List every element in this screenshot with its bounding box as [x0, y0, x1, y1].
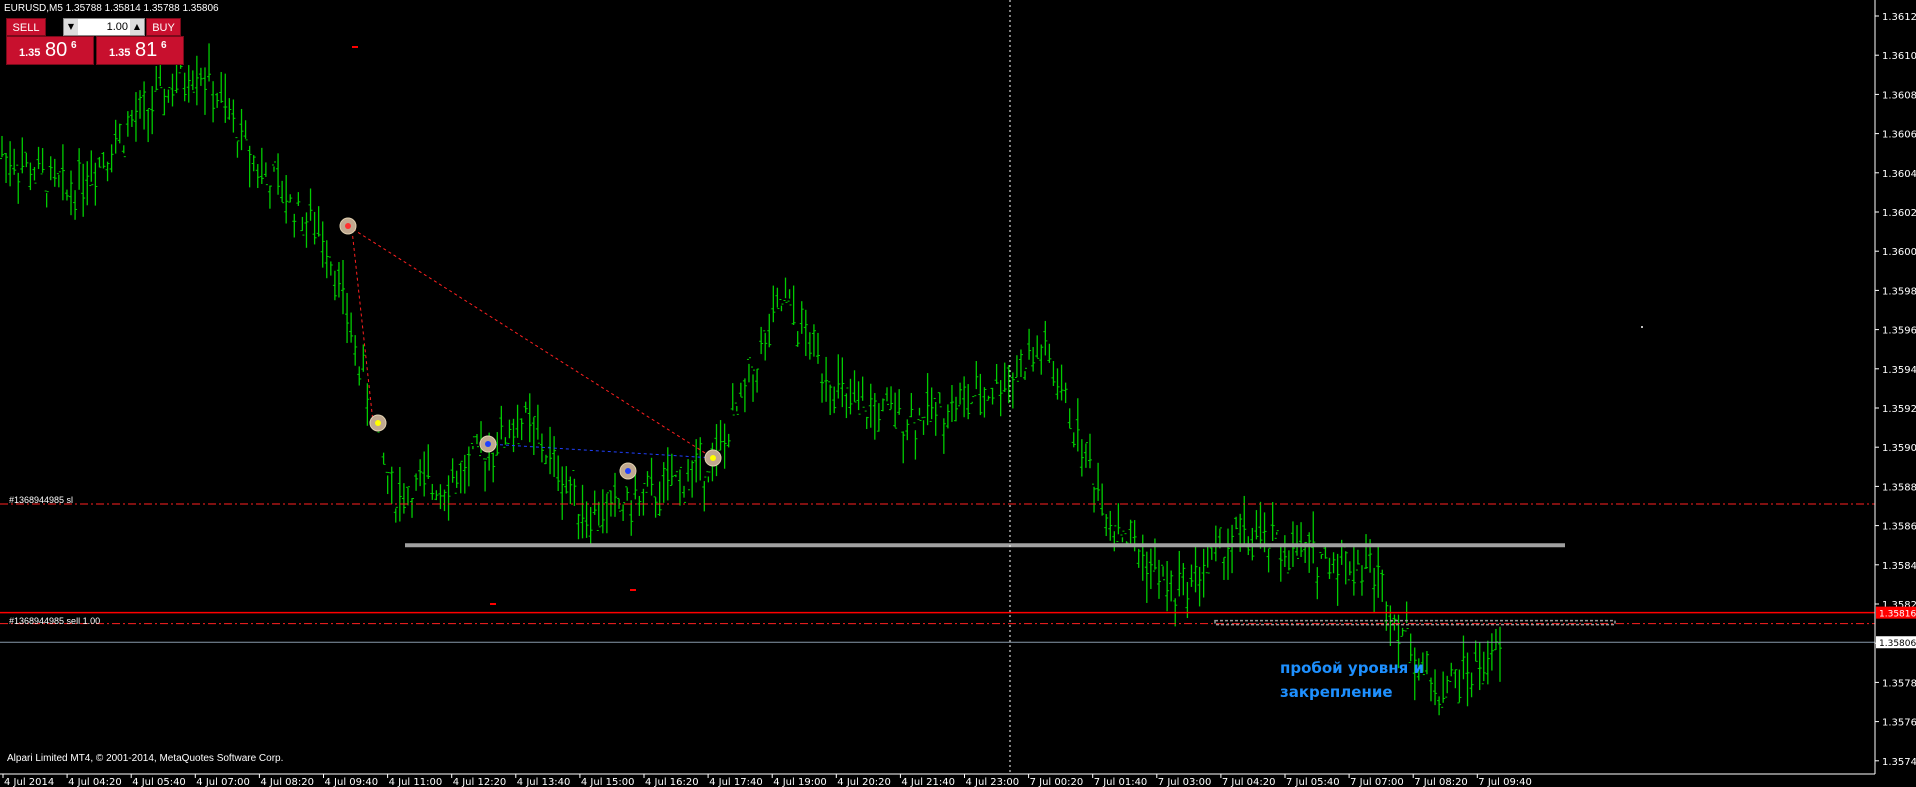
- time-tick-label: 7 Jul 07:00: [1350, 777, 1404, 787]
- time-tick-label: 4 Jul 16:20: [645, 777, 699, 787]
- sell-order-label: #1368944985 sell 1.00: [9, 616, 101, 626]
- price-tick-label: 1.35765: [1882, 718, 1916, 729]
- price-tick-label: 1.35985: [1882, 286, 1916, 297]
- trade-marker-icon: [369, 414, 387, 432]
- time-tick-label: 7 Jul 03:00: [1158, 777, 1212, 787]
- buy-price-sup: 6: [161, 40, 167, 51]
- price-tick-label: 1.35925: [1882, 404, 1916, 415]
- time-tick-label: 4 Jul 15:00: [581, 777, 635, 787]
- volume-value[interactable]: 1.00: [80, 19, 128, 35]
- time-tick-label: 7 Jul 08:20: [1414, 777, 1468, 787]
- time-tick-label: 4 Jul 04:20: [68, 777, 122, 787]
- volume-down-icon[interactable]: ▼: [64, 19, 78, 35]
- price-tick-label: 1.36125: [1882, 12, 1916, 23]
- buy-price-button[interactable]: 1.35 81 6: [96, 36, 184, 65]
- annotation-text: пробой уровня и закрепление: [1280, 656, 1440, 704]
- sell-button[interactable]: SELL: [6, 18, 46, 36]
- trade-marker-icon: [619, 462, 637, 480]
- trade-marker-icon: [479, 435, 497, 453]
- price-tick-label: 1.35905: [1882, 443, 1916, 454]
- time-tick-label: 4 Jul 13:40: [517, 777, 571, 787]
- price-tick-label: 1.35745: [1882, 757, 1916, 768]
- one-click-trading-panel: SELL ▼ 1.00 ▲ BUY 1.35 80 6 1.35 81 6: [6, 18, 184, 65]
- dot-marker: [1641, 326, 1643, 328]
- sell-price-button[interactable]: 1.35 80 6: [6, 36, 94, 65]
- sl-order-label: #1368944985 sl: [9, 495, 74, 505]
- time-tick-label: 4 Jul 11:00: [389, 777, 443, 787]
- time-tick-label: 4 Jul 17:40: [709, 777, 763, 787]
- price-tick-label: 1.35785: [1882, 678, 1916, 689]
- time-tick-label: 7 Jul 00:20: [1030, 777, 1084, 787]
- sell-price-small: 1.35: [19, 47, 41, 59]
- time-tick-label: 4 Jul 19:00: [773, 777, 827, 787]
- time-tick-label: 4 Jul 12:20: [453, 777, 507, 787]
- time-tick-label: 4 Jul 2014: [4, 777, 54, 787]
- trade-marker-icon: [339, 217, 357, 235]
- time-tick-label: 7 Jul 09:40: [1478, 777, 1532, 787]
- sell-price-big: 80: [45, 39, 68, 61]
- chart-background: [0, 0, 1916, 787]
- time-tick-label: 4 Jul 05:40: [132, 777, 186, 787]
- time-tick-label: 4 Jul 09:40: [325, 777, 379, 787]
- price-chart[interactable]: 1.36125 1.36105 1.36085 1.36065 1.36045 1.360…: [0, 0, 1916, 787]
- price-tick-label: 1.36105: [1882, 51, 1916, 62]
- price-tick-label: 1.35865: [1882, 522, 1916, 533]
- buy-price-big: 81: [135, 39, 158, 61]
- svg-text:1.35806: 1.35806: [1879, 639, 1916, 649]
- price-tick-label: 1.35945: [1882, 365, 1916, 376]
- time-tick-label: 4 Jul 08:20: [260, 777, 314, 787]
- price-tick-label: 1.36025: [1882, 208, 1916, 219]
- price-tick-label: 1.35885: [1882, 482, 1916, 493]
- bid-price-tag: 1.35806: [1876, 636, 1916, 649]
- volume-up-icon[interactable]: ▲: [130, 19, 144, 35]
- price-tick-label: 1.36005: [1882, 247, 1916, 258]
- time-tick-label: 4 Jul 07:00: [196, 777, 250, 787]
- price-tick-label: 1.35845: [1882, 561, 1916, 572]
- svg-text:1.35816: 1.35816: [1879, 610, 1916, 620]
- time-tick-label: 7 Jul 04:20: [1222, 777, 1276, 787]
- time-tick-label: 4 Jul 21:40: [901, 777, 955, 787]
- annotation-line-1: пробой уровня и: [1280, 659, 1424, 677]
- price-tick-label: 1.35965: [1882, 326, 1916, 337]
- time-tick-label: 4 Jul 23:00: [966, 777, 1020, 787]
- sell-price-sup: 6: [71, 40, 77, 51]
- buy-price-small: 1.35: [109, 47, 131, 59]
- time-tick-label: 4 Jul 20:20: [837, 777, 891, 787]
- sl-price-tag: 1.35816: [1876, 606, 1916, 620]
- price-tick-label: 1.36085: [1882, 90, 1916, 101]
- symbol-title: EURUSD,M5 1.35788 1.35814 1.35788 1.3580…: [4, 3, 219, 14]
- trade-marker-icon: [704, 449, 722, 467]
- price-tick-label: 1.36045: [1882, 169, 1916, 180]
- time-tick-label: 7 Jul 01:40: [1094, 777, 1148, 787]
- volume-field[interactable]: ▼ 1.00 ▲: [63, 18, 145, 36]
- order-tick-mark: [490, 603, 496, 605]
- copyright-text: Alpari Limited MT4, © 2001-2014, MetaQuo…: [7, 753, 284, 764]
- price-tick-label: 1.36065: [1882, 130, 1916, 141]
- order-tick-mark: [630, 589, 636, 591]
- time-tick-label: 7 Jul 05:40: [1286, 777, 1340, 787]
- annotation-line-2: закрепление: [1280, 683, 1393, 701]
- order-tick-mark: [352, 46, 358, 48]
- buy-button[interactable]: BUY: [146, 18, 181, 36]
